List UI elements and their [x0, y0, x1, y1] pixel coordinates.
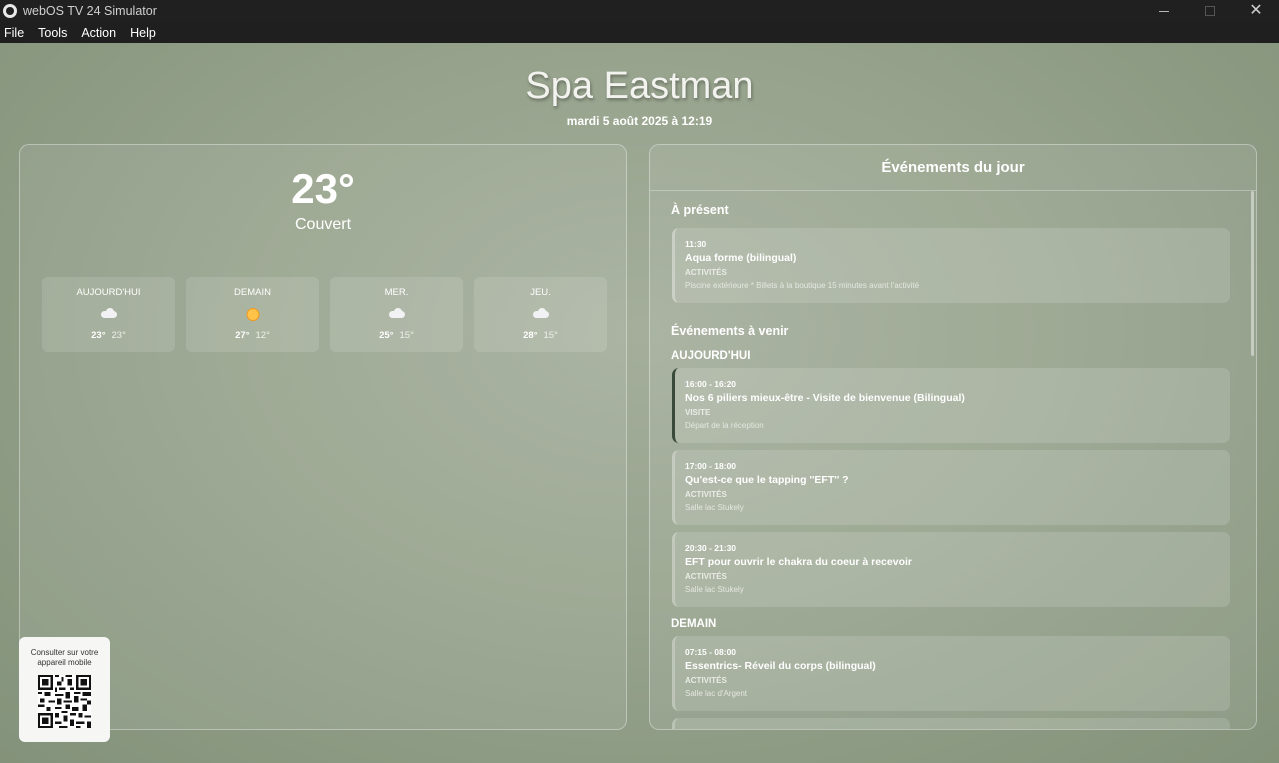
- event-location: Salle lac d'Argent: [685, 689, 748, 698]
- forecast-high: 28°: [523, 330, 538, 341]
- forecast-low: 23°: [111, 330, 126, 341]
- forecast-high: 23°: [91, 330, 106, 341]
- page-datetime: mardi 5 août 2025 à 12:19: [566, 114, 713, 128]
- close-icon: ✕: [1249, 2, 1263, 19]
- day-label-today: AUJOURD'HUI: [671, 350, 751, 362]
- cloud-icon: [388, 308, 405, 318]
- forecast-day: DEMAIN: [234, 287, 271, 298]
- event-title: Nos 6 piliers mieux-être - Visite de bie…: [685, 392, 965, 404]
- event-title: Essentrics- Réveil du corps (bilingual): [685, 660, 876, 672]
- event-category: ACTIVITÉS: [685, 676, 727, 685]
- app-icon: [3, 4, 17, 18]
- event-category: ACTIVITÉS: [685, 490, 727, 499]
- event-card[interactable]: 07:15 - 08:00 Essentrics- Réveil du corp…: [672, 636, 1230, 711]
- event-location: Salle lac Stukely: [685, 585, 744, 594]
- menu-file[interactable]: File: [0, 26, 30, 40]
- forecast-low: 12°: [255, 330, 270, 341]
- event-time: 16:00 - 16:20: [685, 379, 737, 389]
- forecast-low: 15°: [543, 330, 558, 341]
- event-title: Qu'est-ce que le tapping ''EFT'' ?: [685, 474, 849, 486]
- cloud-icon: [100, 308, 117, 318]
- weather-panel: 23° Couvert AUJOURD'HUI 23° 23° DEMAIN 27…: [19, 144, 627, 730]
- app-content: Spa Eastman mardi 5 août 2025 à 12:19 23…: [0, 43, 1279, 763]
- current-temperature: 23°: [291, 165, 355, 212]
- event-location: Salle lac Stukely: [685, 503, 744, 512]
- event-time: 20:30 - 21:30: [685, 543, 737, 553]
- event-location: Départ de la réception: [685, 421, 764, 430]
- event-card[interactable]: 20:30 - 21:30 EFT pour ouvrir le chakra …: [672, 532, 1230, 607]
- forecast-day: JEU.: [530, 287, 551, 298]
- event-title: Aqua forme (bilingual): [685, 252, 797, 264]
- forecast-high: 25°: [379, 330, 394, 341]
- maximize-button[interactable]: [1187, 0, 1233, 22]
- menu-action[interactable]: Action: [77, 26, 122, 40]
- forecast-card: MER. 25° 15°: [330, 277, 463, 352]
- event-card-now[interactable]: 11:30 Aqua forme (bilingual) ACTIVITÉS P…: [672, 228, 1230, 303]
- event-card[interactable]: 16:00 - 16:20 Nos 6 piliers mieux-être -…: [672, 368, 1230, 443]
- forecast-day: MER.: [384, 287, 409, 298]
- maximize-icon: [1205, 6, 1215, 16]
- qr-label: Consulter sur votre appareil mobile: [30, 648, 99, 667]
- window-titlebar: webOS TV 24 Simulator ✕: [0, 0, 1279, 22]
- events-scrollbar[interactable]: [1251, 191, 1254, 356]
- window-title: webOS TV 24 Simulator: [23, 4, 157, 18]
- events-title: Événements du jour: [650, 145, 1256, 191]
- forecast-day: AUJOURD'HUI: [76, 287, 141, 298]
- cloud-icon: [532, 308, 549, 318]
- upcoming-section-label: Événements à venir: [671, 324, 789, 338]
- forecast-card: DEMAIN 27° 12°: [186, 277, 319, 352]
- forecast-card: JEU. 28° 15°: [474, 277, 607, 352]
- qr-code: [38, 675, 91, 728]
- event-category: ACTIVITÉS: [685, 572, 727, 581]
- forecast-high: 27°: [235, 330, 250, 341]
- event-category: VISITE: [685, 408, 711, 417]
- page-title: Spa Eastman: [525, 65, 754, 107]
- event-category: ACTIVITÉS: [685, 268, 727, 277]
- event-location: Piscine extérieure * Billets à la boutiq…: [685, 281, 920, 290]
- now-section-label: À présent: [671, 203, 729, 217]
- event-time: 11:30: [685, 239, 707, 249]
- event-time: 07:15 - 08:00: [685, 647, 737, 657]
- event-title: EFT pour ouvrir le chakra du coeur à rec…: [685, 556, 912, 568]
- event-card-partial[interactable]: [672, 718, 1230, 729]
- events-panel: Événements du jour À présent 11:30 Aqua …: [649, 144, 1257, 730]
- menu-bar: File Tools Action Help: [0, 22, 1279, 43]
- forecast-row: AUJOURD'HUI 23° 23° DEMAIN 27° 12° MER. 25…: [42, 277, 607, 352]
- event-card[interactable]: 17:00 - 18:00 Qu'est-ce que le tapping '…: [672, 450, 1230, 525]
- event-time: 17:00 - 18:00: [685, 461, 737, 471]
- qr-card: Consulter sur votre appareil mobile: [19, 637, 110, 742]
- day-label-tomorrow: DEMAIN: [671, 618, 717, 630]
- minimize-button[interactable]: [1141, 0, 1187, 22]
- menu-tools[interactable]: Tools: [34, 26, 73, 40]
- sun-icon: [246, 308, 259, 321]
- forecast-card: AUJOURD'HUI 23° 23°: [42, 277, 175, 352]
- forecast-low: 15°: [399, 330, 414, 341]
- minimize-icon: [1159, 10, 1169, 12]
- current-condition: Couvert: [294, 216, 352, 233]
- close-button[interactable]: ✕: [1233, 0, 1279, 22]
- menu-help[interactable]: Help: [126, 26, 162, 40]
